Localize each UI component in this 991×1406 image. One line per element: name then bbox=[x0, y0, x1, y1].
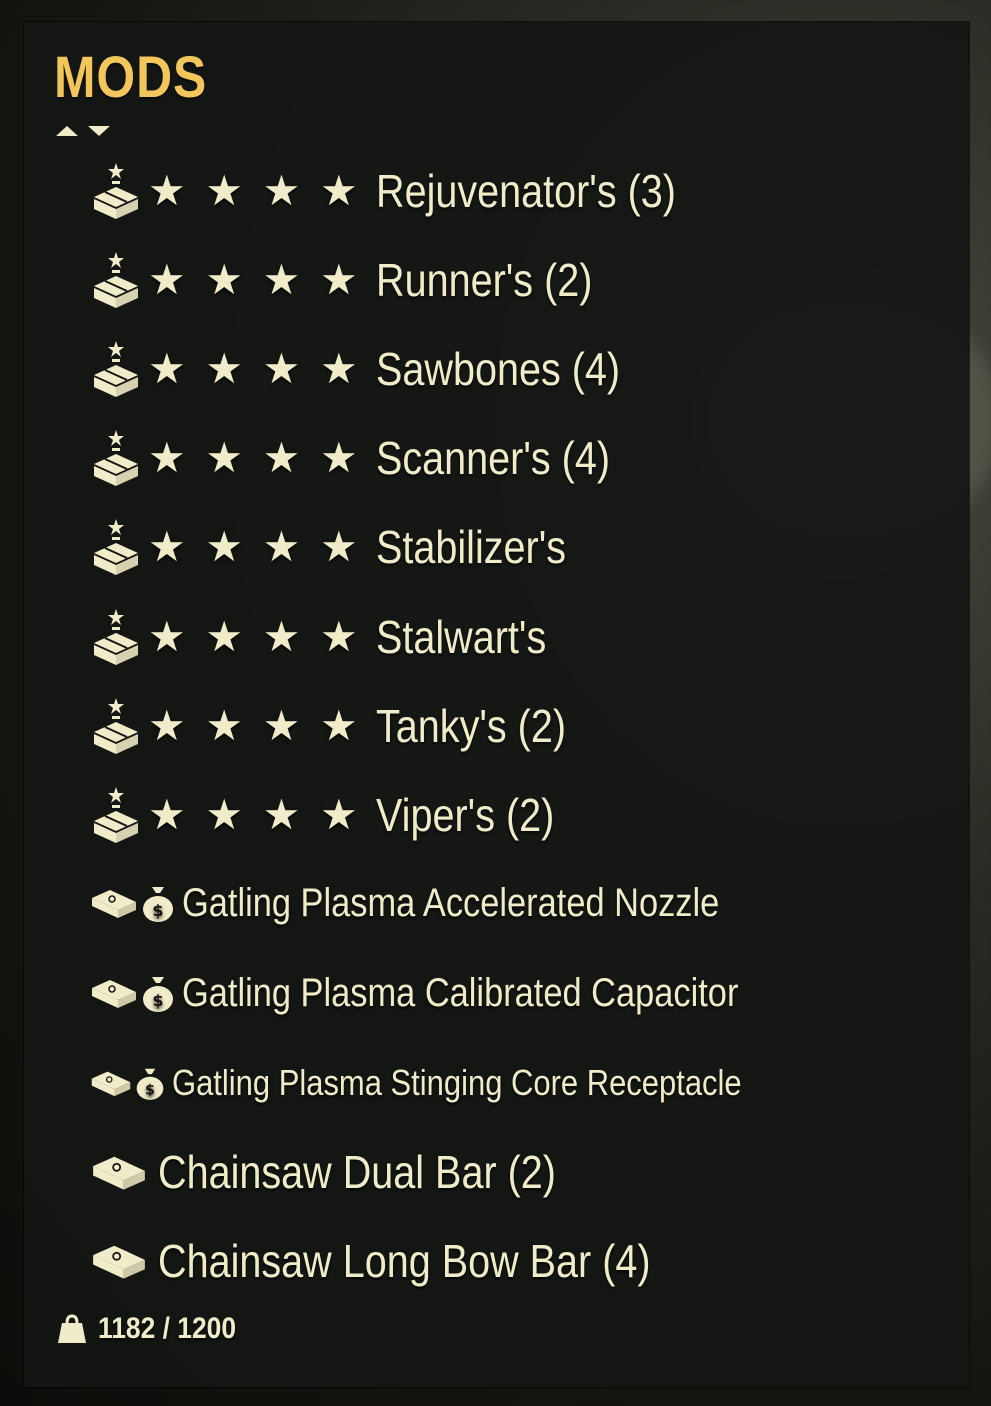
money-bag-icon: $ bbox=[143, 887, 173, 922]
mod-label: Viper's (2) bbox=[375, 789, 554, 841]
list-item-part[interactable]: Chainsaw Long Bow Bar (4) bbox=[90, 1226, 731, 1296]
mod-bar-icon bbox=[92, 890, 136, 918]
svg-text:$: $ bbox=[152, 991, 163, 1010]
legendary-box-icon bbox=[94, 787, 138, 843]
star-rating: ★ ★ ★ ★ bbox=[148, 345, 362, 392]
mod-label: Sawbones (4) bbox=[375, 343, 620, 395]
list-item-legendary[interactable]: ★ ★ ★ ★ Stalwart's bbox=[90, 602, 574, 672]
mod-label: Chainsaw Dual Bar (2) bbox=[158, 1146, 556, 1198]
list-item-legendary[interactable]: ★ ★ ★ ★ Runner's (2) bbox=[90, 245, 627, 315]
mod-label: Scanner's (4) bbox=[375, 432, 610, 484]
mod-label: Gatling Plasma Stinging Core Receptacle bbox=[172, 1062, 742, 1103]
list-item-part[interactable]: Chainsaw Dual Bar (2) bbox=[90, 1137, 621, 1207]
legendary-box-icon bbox=[94, 252, 138, 308]
list-item-legendary[interactable]: ★ ★ ★ ★ Scanner's (4) bbox=[90, 423, 648, 493]
money-bag-icon: $ bbox=[136, 1068, 164, 1100]
svg-text:$: $ bbox=[152, 901, 163, 920]
star-rating: ★ ★ ★ ★ bbox=[148, 167, 362, 214]
money-bag-icon: $ bbox=[143, 977, 173, 1012]
legendary-box-icon bbox=[94, 609, 138, 665]
list-item-plan[interactable]: $ Gatling Plasma Calibrated Capacitor bbox=[90, 958, 829, 1028]
list-item-plan[interactable]: $ Gatling Plasma Stinging Core Receptacl… bbox=[90, 1048, 834, 1118]
mod-label: Tanky's (2) bbox=[375, 700, 566, 752]
mod-bar-icon bbox=[93, 1245, 145, 1279]
legendary-box-icon bbox=[94, 163, 138, 219]
star-rating: ★ ★ ★ ★ bbox=[148, 434, 362, 481]
legendary-box-icon bbox=[94, 341, 138, 397]
legendary-box-icon bbox=[94, 519, 138, 575]
mod-label: Chainsaw Long Bow Bar (4) bbox=[158, 1235, 651, 1287]
sort-controls[interactable] bbox=[56, 126, 110, 136]
page-title: MODS bbox=[54, 45, 208, 110]
star-rating: ★ ★ ★ ★ bbox=[148, 702, 362, 749]
list-item-legendary[interactable]: ★ ★ ★ ★ Tanky's (2) bbox=[90, 691, 597, 761]
mod-label: Gatling Plasma Accelerated Nozzle bbox=[182, 880, 720, 925]
list-item-plan[interactable]: $ Gatling Plasma Accelerated Nozzle bbox=[90, 868, 807, 938]
mod-label: Gatling Plasma Calibrated Capacitor bbox=[182, 970, 739, 1015]
mod-label: Stabilizer's bbox=[375, 521, 566, 573]
star-rating: ★ ★ ★ ★ bbox=[148, 523, 362, 570]
star-rating: ★ ★ ★ ★ bbox=[148, 791, 362, 838]
weight-icon bbox=[58, 1314, 86, 1343]
weight-value: 1182 / 1200 bbox=[98, 1312, 237, 1345]
list-item-legendary[interactable]: ★ ★ ★ ★ Viper's (2) bbox=[90, 780, 583, 850]
mod-label: Runner's (2) bbox=[375, 254, 593, 306]
svg-text:$: $ bbox=[145, 1083, 155, 1099]
star-rating: ★ ★ ★ ★ bbox=[148, 256, 362, 303]
sort-descending-icon[interactable] bbox=[88, 126, 110, 136]
carry-weight: 1182 / 1200 bbox=[56, 1312, 255, 1346]
mod-bar-icon bbox=[91, 1071, 131, 1097]
list-item-legendary[interactable]: ★ ★ ★ ★ Rejuvenator's (3) bbox=[90, 156, 724, 226]
mod-label: Rejuvenator's (3) bbox=[375, 165, 676, 217]
mod-label: Stalwart's bbox=[375, 611, 546, 663]
legendary-box-icon bbox=[94, 698, 138, 754]
star-rating: ★ ★ ★ ★ bbox=[148, 613, 362, 660]
mods-panel: MODS ★ ★ ★ ★ Rejuvenator's (3) ★ ★ ★ ★ R… bbox=[24, 22, 969, 1387]
mod-bar-icon bbox=[93, 1156, 145, 1190]
list-item-legendary[interactable]: ★ ★ ★ ★ Sawbones (4) bbox=[90, 334, 659, 404]
mod-bar-icon bbox=[92, 980, 136, 1008]
legendary-box-icon bbox=[94, 430, 138, 486]
list-item-legendary[interactable]: ★ ★ ★ ★ Stabilizer's bbox=[90, 512, 597, 582]
sort-ascending-icon[interactable] bbox=[56, 126, 78, 136]
